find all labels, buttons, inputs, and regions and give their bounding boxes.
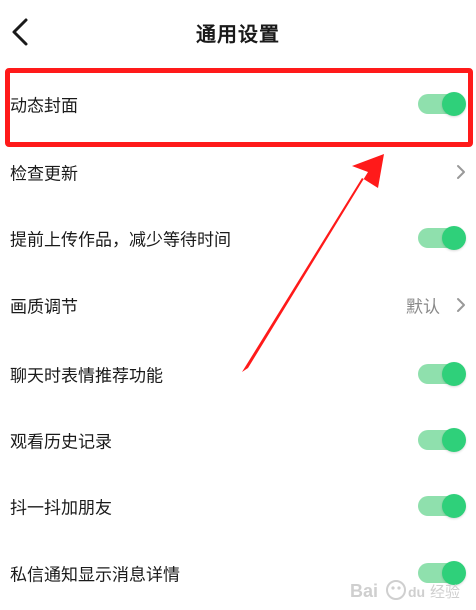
chevron-right-icon: [457, 165, 465, 179]
svg-text:经验: 经验: [430, 583, 460, 601]
setting-label: 检查更新: [10, 164, 78, 185]
quality-value: 默认: [406, 297, 440, 318]
svg-text:Bai: Bai: [350, 581, 378, 601]
setting-row-emoji-recommend[interactable]: 聊天时表情推荐功能: [0, 344, 476, 404]
shake-add-friend-toggle[interactable]: [418, 494, 466, 518]
setting-label: 画质调节: [10, 297, 78, 318]
svg-text:du: du: [408, 584, 425, 600]
setting-row-shake-add-friend[interactable]: 抖一抖加朋友: [0, 476, 476, 536]
setting-label: 私信通知显示消息详情: [10, 565, 180, 586]
setting-row-dynamic-cover[interactable]: 动态封面: [0, 74, 476, 134]
page-title: 通用设置: [196, 22, 280, 46]
setting-label: 观看历史记录: [10, 432, 112, 453]
pre-upload-toggle[interactable]: [418, 226, 466, 250]
dynamic-cover-toggle[interactable]: [418, 92, 466, 116]
header-bar: 通用设置: [0, 0, 476, 66]
setting-row-pre-upload[interactable]: 提前上传作品，减少等待时间: [0, 208, 476, 268]
setting-label: 动态封面: [10, 96, 78, 117]
watch-history-toggle[interactable]: [418, 428, 466, 452]
emoji-recommend-toggle[interactable]: [418, 362, 466, 386]
toggle-knob: [442, 362, 466, 386]
toggle-knob: [442, 494, 466, 518]
setting-label: 聊天时表情推荐功能: [10, 366, 163, 387]
toggle-knob: [442, 428, 466, 452]
toggle-knob: [442, 226, 466, 250]
chevron-right-icon: [457, 298, 465, 312]
toggle-knob: [442, 92, 466, 116]
setting-label: 提前上传作品，减少等待时间: [10, 230, 231, 251]
setting-label: 抖一抖加朋友: [10, 498, 112, 519]
setting-row-watch-history[interactable]: 观看历史记录: [0, 410, 476, 470]
setting-row-check-update[interactable]: 检查更新: [0, 142, 476, 202]
baidu-jingyan-watermark-logo: Bai du 经验: [350, 580, 460, 601]
setting-row-quality[interactable]: 画质调节 默认: [0, 275, 476, 335]
